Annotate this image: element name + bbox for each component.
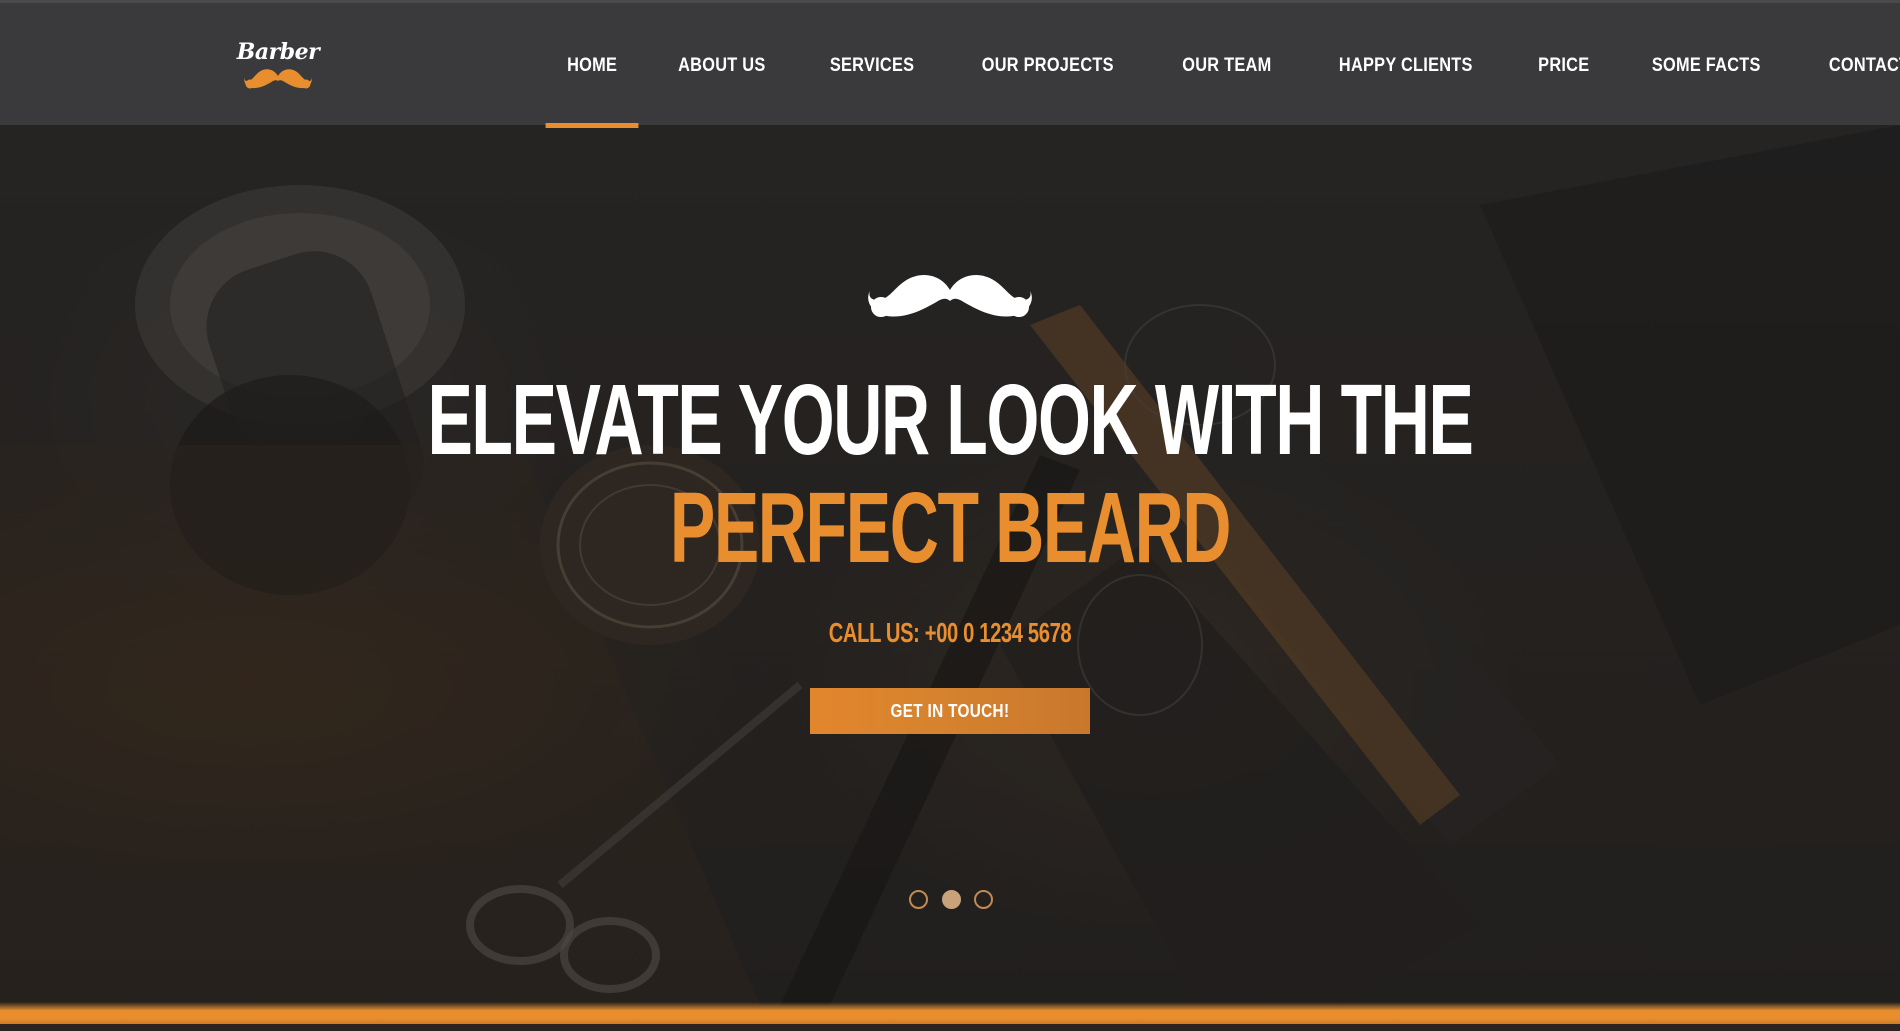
- nav-item-our-team[interactable]: OUR TEAM: [1160, 3, 1292, 128]
- nav-item-contact-us[interactable]: CONTACT US: [1807, 3, 1900, 128]
- mustache-icon: [244, 69, 312, 89]
- slider-dot-2[interactable]: [941, 890, 961, 909]
- next-section-edge: [0, 1024, 1900, 1031]
- nav-item-price[interactable]: PRICE: [1516, 3, 1610, 128]
- hero-headline-line1: ELEVATE YOUR LOOK WITH THE: [427, 364, 1473, 476]
- nav-item-home[interactable]: HOME: [545, 3, 639, 128]
- get-in-touch-button[interactable]: GET IN TOUCH!: [810, 688, 1090, 734]
- logo-text: Barber: [236, 39, 320, 65]
- nav-item-our-projects[interactable]: OUR PROJECTS: [960, 3, 1135, 128]
- nav-item-happy-clients[interactable]: HAPPY CLIENTS: [1318, 3, 1495, 128]
- hero-slider: ELEVATE YOUR LOOK WITH THE PERFECT BEARD…: [0, 125, 1900, 1005]
- slider-pagination: [909, 890, 993, 910]
- call-us-text: CALL US: +00 0 1234 5678: [828, 617, 1072, 648]
- hero-headline-line2: PERFECT BEARD: [669, 472, 1232, 584]
- main-nav: HOME ABOUT US SERVICES OUR PROJECTS OUR …: [538, 3, 1900, 128]
- nav-item-some-facts[interactable]: SOME FACTS: [1631, 3, 1783, 128]
- slider-dot-1[interactable]: [909, 890, 928, 909]
- logo[interactable]: Barber: [236, 39, 320, 95]
- nav-item-about-us[interactable]: ABOUT US: [657, 3, 787, 128]
- navbar: Barber HOME ABOUT US SERVICES OUR PROJEC…: [0, 0, 1900, 128]
- nav-item-services[interactable]: SERVICES: [808, 3, 935, 128]
- mustache-icon: [868, 275, 1032, 317]
- page: Barber HOME ABOUT US SERVICES OUR PROJEC…: [0, 0, 1900, 1031]
- slider-dot-3[interactable]: [974, 890, 993, 909]
- get-in-touch-label: GET IN TOUCH!: [890, 700, 1010, 721]
